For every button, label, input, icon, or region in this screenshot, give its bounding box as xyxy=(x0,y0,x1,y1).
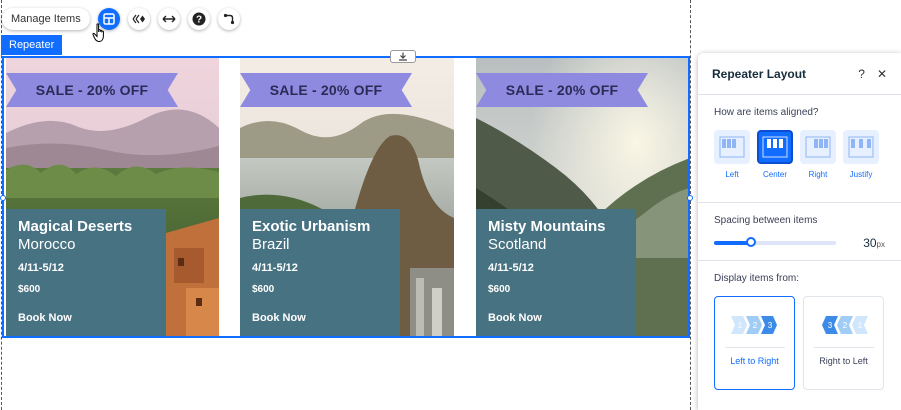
help-icon[interactable]: ? xyxy=(858,67,865,81)
svg-text:2: 2 xyxy=(842,321,847,330)
left-to-right-option[interactable]: 1 2 3 Left to Right xyxy=(714,296,795,390)
svg-text:?: ? xyxy=(196,15,202,26)
align-right-label: Right xyxy=(808,170,828,179)
card-subtitle: Morocco xyxy=(18,236,76,253)
animation-icon xyxy=(132,14,145,24)
align-justify-label: Justify xyxy=(849,170,873,179)
card-title: Exotic Urbanism xyxy=(252,218,371,235)
repeater-item[interactable]: SALE - 20% OFF Magical Deserts Morocco 4… xyxy=(6,58,219,336)
svg-text:3: 3 xyxy=(827,321,832,330)
spacing-slider[interactable] xyxy=(714,237,836,247)
hand-cursor-icon xyxy=(92,23,104,43)
svg-text:1: 1 xyxy=(737,321,742,330)
repeater-layout-panel: Repeater Layout ? ✕ How are items aligne… xyxy=(698,53,901,410)
right-guide-line xyxy=(690,0,691,410)
right-to-left-label: Right to Left xyxy=(819,356,868,366)
align-center-icon xyxy=(762,136,788,158)
card-title: Misty Mountains xyxy=(488,218,606,235)
alignment-section: How are items aligned? Left Center Right… xyxy=(698,95,901,203)
card-price: $600 xyxy=(488,284,511,295)
book-now-link[interactable]: Book Now xyxy=(18,312,154,324)
align-right-icon xyxy=(805,136,831,158)
card-info-box: Misty Mountains Scotland 4/11-5/12 $600 … xyxy=(476,209,636,336)
left-resize-handle[interactable] xyxy=(0,195,6,201)
card-subtitle: Brazil xyxy=(252,236,290,253)
repeater-tag[interactable]: Repeater xyxy=(1,35,63,55)
book-now-link[interactable]: Book Now xyxy=(252,312,388,324)
sale-banner: SALE - 20% OFF xyxy=(240,73,412,107)
connect-data-button[interactable] xyxy=(217,8,240,30)
connect-data-icon xyxy=(223,13,234,25)
spacing-value: 30 xyxy=(863,236,877,250)
right-to-left-option[interactable]: 3 2 1 Right to Left xyxy=(803,296,884,390)
sale-banner: SALE - 20% OFF xyxy=(476,73,648,107)
align-left-label: Left xyxy=(725,170,739,179)
panel-header: Repeater Layout ? ✕ xyxy=(698,53,901,95)
repeater[interactable]: SALE - 20% OFF Magical Deserts Morocco 4… xyxy=(2,56,690,338)
card-info-box: Magical Deserts Morocco 4/11-5/12 $600 B… xyxy=(6,209,166,336)
direction-label: Display items from: xyxy=(714,273,800,284)
spacing-unit: px xyxy=(876,240,885,249)
floating-toolbar: Manage Items ? xyxy=(2,7,240,31)
card-title: Magical Deserts xyxy=(18,218,133,235)
book-now-link[interactable]: Book Now xyxy=(488,312,624,324)
stretch-button[interactable] xyxy=(157,8,180,30)
repeater-item[interactable]: SALE - 20% OFF Misty Mountains Scotland … xyxy=(476,58,688,336)
card-price: $600 xyxy=(18,284,41,295)
svg-text:3: 3 xyxy=(767,321,772,330)
card-dates: 4/11-5/12 xyxy=(252,262,298,274)
spacing-value-input[interactable]: 30px xyxy=(863,236,885,250)
download-icon xyxy=(399,52,407,61)
card-dates: 4/11-5/12 xyxy=(488,262,534,274)
sale-banner: SALE - 20% OFF xyxy=(6,73,178,107)
animation-button[interactable] xyxy=(127,8,150,30)
spacing-label: Spacing between items xyxy=(714,215,818,226)
align-center-option[interactable]: Center xyxy=(757,130,793,179)
help-icon: ? xyxy=(192,12,206,26)
help-button[interactable]: ? xyxy=(187,8,210,30)
stretch-icon xyxy=(162,15,176,23)
card-price: $600 xyxy=(252,284,275,295)
card-subtitle: Scotland xyxy=(488,236,547,253)
align-center-label: Center xyxy=(762,170,787,179)
panel-title: Repeater Layout xyxy=(712,66,807,81)
spacing-section: Spacing between items 30px xyxy=(698,203,901,261)
align-left-icon xyxy=(719,136,745,158)
close-icon[interactable]: ✕ xyxy=(877,67,887,81)
align-right-option[interactable]: Right xyxy=(800,130,836,179)
align-justify-option[interactable]: Justify xyxy=(843,130,879,179)
right-resize-handle[interactable] xyxy=(687,195,693,201)
align-justify-icon xyxy=(848,136,874,158)
spacing-slider-knob[interactable] xyxy=(746,237,756,247)
alignment-label: How are items aligned? xyxy=(714,107,819,118)
card-dates: 4/11-5/12 xyxy=(18,262,64,274)
download-handle[interactable] xyxy=(390,50,416,63)
repeater-item[interactable]: SALE - 20% OFF Exotic Urbanism Brazil 4/… xyxy=(240,58,454,336)
align-left-option[interactable]: Left xyxy=(714,130,750,179)
svg-text:2: 2 xyxy=(752,321,757,330)
left-to-right-icon: 1 2 3 xyxy=(730,316,777,334)
manage-items-button[interactable]: Manage Items xyxy=(2,8,90,30)
right-to-left-icon: 3 2 1 xyxy=(821,316,868,334)
card-info-box: Exotic Urbanism Brazil 4/11-5/12 $600 Bo… xyxy=(240,209,400,336)
svg-text:1: 1 xyxy=(857,321,862,330)
left-to-right-label: Left to Right xyxy=(730,356,779,366)
direction-section: Display items from: 1 2 3 Left to Right xyxy=(698,261,901,402)
